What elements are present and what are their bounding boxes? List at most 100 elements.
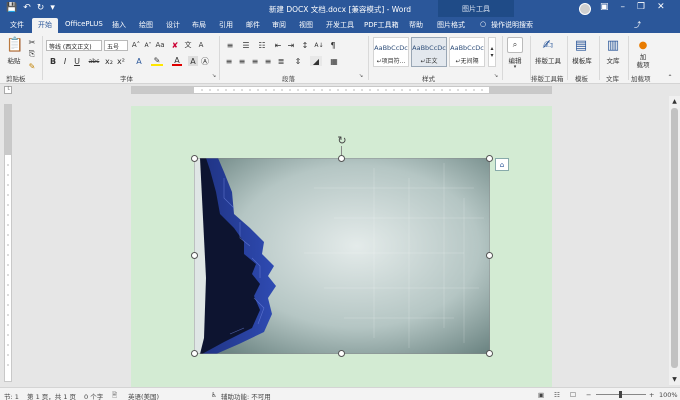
tab-file[interactable]: 文件 bbox=[10, 20, 24, 30]
show-marks-icon[interactable]: ¶ bbox=[328, 40, 338, 50]
scroll-down-icon[interactable]: ▼ bbox=[669, 374, 680, 384]
tab-picture-format[interactable]: 图片格式 bbox=[437, 20, 465, 30]
restore-icon[interactable]: ❐ bbox=[637, 2, 645, 12]
strikethrough-button[interactable]: abc bbox=[87, 56, 101, 66]
zoom-out-icon[interactable]: − bbox=[586, 391, 591, 399]
tab-draw[interactable]: 绘图 bbox=[139, 20, 153, 30]
tab-review[interactable]: 审阅 bbox=[272, 20, 286, 30]
layout-tool-icon[interactable]: ✍ bbox=[540, 37, 556, 53]
proofing-icon[interactable]: 🖹 bbox=[112, 391, 117, 400]
zoom-slider-thumb[interactable] bbox=[619, 391, 622, 398]
page-indicator[interactable]: 第 1 页，共 1 页 bbox=[27, 391, 76, 400]
tab-home[interactable]: 开始 bbox=[32, 18, 58, 33]
accessibility-status[interactable]: 辅助功能: 不可用 bbox=[221, 391, 271, 400]
decrease-indent-icon[interactable]: ⇤ bbox=[273, 40, 283, 50]
paragraph-dialog-launcher-icon[interactable]: ↘ bbox=[358, 73, 364, 79]
clipboard-icon[interactable]: 📋 bbox=[6, 37, 24, 53]
char-shading-icon[interactable]: A bbox=[188, 56, 198, 66]
clear-format-icon[interactable]: ✘ bbox=[170, 40, 180, 50]
resize-handle-left[interactable] bbox=[191, 252, 198, 259]
web-layout-icon[interactable]: ☐ bbox=[570, 391, 576, 399]
justify-icon[interactable]: ≡ bbox=[263, 56, 273, 66]
cut-icon[interactable]: ✂ bbox=[27, 37, 37, 47]
docs-icon[interactable]: ▥ bbox=[605, 37, 621, 53]
scrollbar-thumb[interactable] bbox=[671, 108, 678, 368]
align-left-icon[interactable]: ≡ bbox=[224, 56, 234, 66]
styles-dialog-launcher-icon[interactable]: ↘ bbox=[493, 73, 499, 79]
avatar[interactable] bbox=[579, 3, 591, 15]
close-icon[interactable]: ✕ bbox=[657, 2, 665, 12]
font-color-icon[interactable]: A bbox=[172, 56, 182, 66]
superscript-button[interactable]: x² bbox=[116, 56, 126, 66]
tab-layout[interactable]: 布局 bbox=[192, 20, 206, 30]
sort-icon[interactable]: A↓ bbox=[314, 40, 324, 50]
tell-me-search[interactable]: 操作说明搜索 bbox=[491, 20, 533, 30]
bullets-icon[interactable]: ≡ bbox=[224, 40, 236, 50]
text-effects-icon[interactable]: A bbox=[134, 56, 144, 66]
addins-button[interactable]: 加 载项 bbox=[632, 53, 654, 69]
styles-gallery-more-icon[interactable]: ▴ ▾ bbox=[488, 37, 496, 67]
phonetic-guide-icon[interactable]: 文 bbox=[183, 40, 193, 50]
increase-indent-icon[interactable]: ⇥ bbox=[286, 40, 296, 50]
tab-references[interactable]: 引用 bbox=[219, 20, 233, 30]
tab-selector-icon[interactable]: └ bbox=[4, 86, 12, 94]
align-center-icon[interactable]: ≡ bbox=[237, 56, 247, 66]
language-indicator[interactable]: 英语(美国) bbox=[128, 391, 159, 400]
resize-handle-bottom-left[interactable] bbox=[191, 350, 198, 357]
vertical-scrollbar[interactable]: ▲ ▼ bbox=[669, 96, 680, 385]
style-list-bullet[interactable]: AaBbCcDc ↵项目符... bbox=[373, 37, 409, 67]
subscript-button[interactable]: x₂ bbox=[104, 56, 114, 66]
horizontal-ruler[interactable] bbox=[131, 86, 552, 94]
tab-pdf-tools[interactable]: PDF工具箱 bbox=[364, 20, 399, 30]
focus-mode-icon[interactable]: ▣ bbox=[538, 391, 544, 399]
template-library-button[interactable]: 模板库 bbox=[570, 55, 594, 65]
tab-officeplus[interactable]: OfficePLUS bbox=[65, 20, 103, 28]
bold-button[interactable]: B bbox=[48, 56, 58, 66]
resize-handle-top-right[interactable] bbox=[486, 155, 493, 162]
addins-icon[interactable]: ● bbox=[637, 39, 649, 51]
multilevel-list-icon[interactable]: ☷ bbox=[256, 40, 268, 50]
ribbon-display-icon[interactable]: ▣ bbox=[600, 2, 609, 12]
italic-button[interactable]: I bbox=[60, 56, 70, 66]
read-mode-icon[interactable]: ☷ bbox=[554, 391, 560, 399]
layout-options-icon[interactable]: ⌂ bbox=[495, 158, 509, 171]
resize-handle-right[interactable] bbox=[486, 252, 493, 259]
layout-tool-button[interactable]: 排版工具 bbox=[533, 55, 563, 65]
vertical-ruler[interactable] bbox=[4, 104, 12, 382]
selected-image[interactable] bbox=[194, 158, 490, 354]
resize-handle-bottom-right[interactable] bbox=[486, 350, 493, 357]
collapse-ribbon-icon[interactable]: ⌃ bbox=[666, 73, 674, 81]
change-case-icon[interactable]: Aa bbox=[155, 40, 165, 50]
tab-developer[interactable]: 开发工具 bbox=[326, 20, 354, 30]
docs-button[interactable]: 文库 bbox=[603, 55, 623, 65]
tab-view[interactable]: 视图 bbox=[299, 20, 313, 30]
align-right-icon[interactable]: ≡ bbox=[250, 56, 260, 66]
resize-handle-top[interactable] bbox=[338, 155, 345, 162]
chinese-layout-icon[interactable]: ↕ bbox=[300, 40, 310, 50]
section-indicator[interactable]: 节: 1 bbox=[4, 391, 19, 400]
shading-icon[interactable]: ◢ bbox=[310, 56, 322, 66]
numbering-icon[interactable]: ☰ bbox=[240, 40, 252, 50]
zoom-level[interactable]: 100% bbox=[659, 391, 678, 399]
style-normal[interactable]: AaBbCcDc ↵正文 bbox=[411, 37, 447, 67]
highlight-icon[interactable]: ✎ bbox=[151, 56, 163, 66]
scroll-up-icon[interactable]: ▲ bbox=[669, 96, 680, 106]
word-count[interactable]: 0 个字 bbox=[84, 391, 103, 400]
format-painter-icon[interactable]: ✎ bbox=[27, 61, 37, 71]
distributed-icon[interactable]: ≣ bbox=[276, 56, 286, 66]
line-spacing-icon[interactable]: ⇕ bbox=[292, 56, 304, 66]
editing-button[interactable]: 编辑 bbox=[505, 55, 525, 65]
zoom-in-icon[interactable]: + bbox=[649, 391, 654, 399]
copy-icon[interactable]: ⎘ bbox=[27, 49, 37, 59]
resize-handle-bottom[interactable] bbox=[338, 350, 345, 357]
tab-help[interactable]: 帮助 bbox=[409, 20, 423, 30]
resize-handle-top-left[interactable] bbox=[191, 155, 198, 162]
font-dialog-launcher-icon[interactable]: ↘ bbox=[211, 73, 217, 79]
share-icon[interactable]: ⤴ bbox=[634, 20, 641, 30]
tab-insert[interactable]: 插入 bbox=[112, 20, 126, 30]
borders-icon[interactable]: ▦ bbox=[328, 56, 340, 66]
char-border-icon[interactable]: A bbox=[196, 40, 206, 50]
paste-button[interactable]: 粘贴 bbox=[4, 55, 24, 65]
shrink-font-icon[interactable]: A˅ bbox=[143, 40, 153, 50]
search-icon[interactable]: ⌕ bbox=[507, 37, 523, 53]
